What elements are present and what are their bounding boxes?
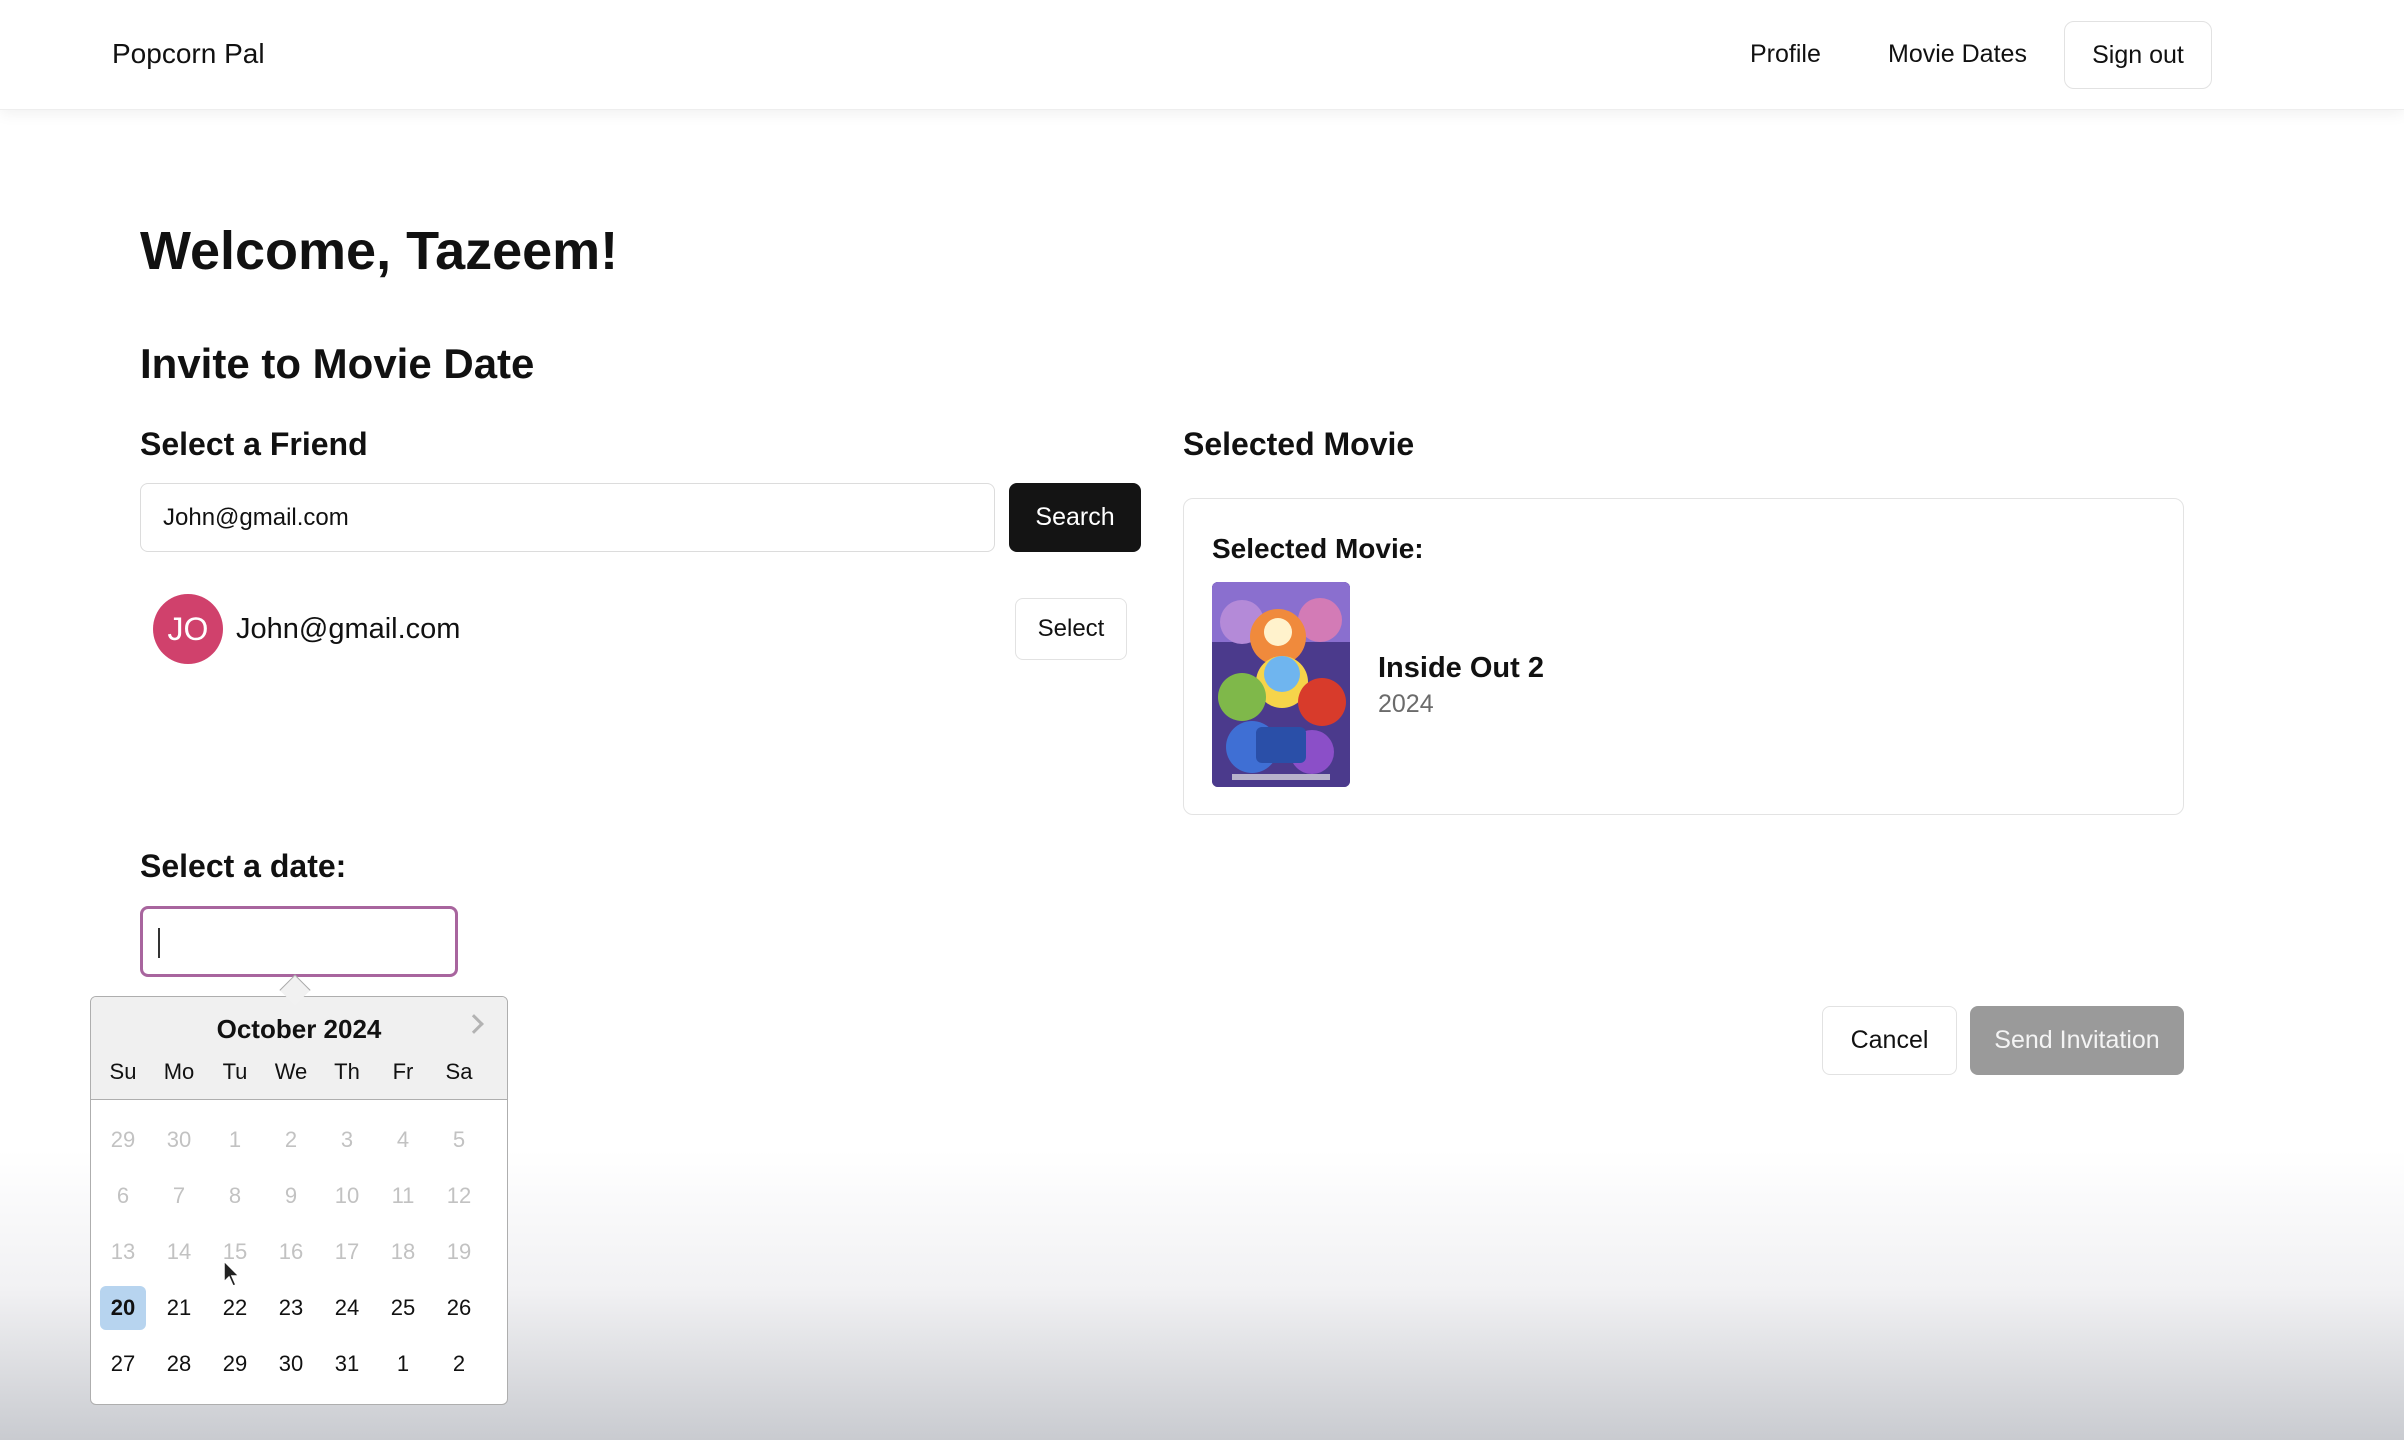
movie-year: 2024 <box>1378 690 1434 718</box>
calendar-day[interactable]: 31 <box>324 1342 370 1386</box>
calendar-day[interactable]: 1 <box>380 1342 426 1386</box>
calendar-weekday: Th <box>334 1059 360 1084</box>
calendar-day: 29 <box>110 1127 136 1152</box>
calendar-day-selected[interactable]: 20 <box>100 1286 146 1330</box>
calendar-day: 11 <box>391 1183 415 1208</box>
calendar-day[interactable]: 24 <box>324 1286 370 1330</box>
calendar-weekday: Fr <box>392 1059 414 1084</box>
calendar-day: 6 <box>116 1183 130 1208</box>
calendar-day: 3 <box>340 1127 354 1152</box>
calendar-day: 17 <box>334 1239 360 1264</box>
mouse-cursor-icon <box>223 1260 241 1287</box>
date-input[interactable] <box>140 906 458 977</box>
search-button[interactable]: Search <box>1009 483 1141 552</box>
calendar-day: 2 <box>284 1127 298 1152</box>
calendar-day: 19 <box>446 1239 472 1264</box>
calendar-day[interactable]: 27 <box>100 1342 146 1386</box>
datepicker-calendar: October 2024 Su Mo Tu We Th Fr Sa 29 30 1 2 3 4 5 6 7 8… <box>90 996 508 1405</box>
select-friend-button[interactable]: Select <box>1015 598 1127 660</box>
calendar-day[interactable]: 2 <box>436 1342 482 1386</box>
calendar-day: 8 <box>228 1183 242 1208</box>
calendar-weekday: Mo <box>163 1059 195 1084</box>
brand-logo[interactable]: Popcorn Pal <box>112 38 265 70</box>
send-invitation-button[interactable]: Send Invitation <box>1970 1006 2184 1075</box>
nav-link-movie-dates[interactable]: Movie Dates <box>1888 40 2027 69</box>
calendar-day: 9 <box>284 1183 298 1208</box>
calendar-day: 1 <box>228 1127 242 1152</box>
calendar-month-label: October 2024 <box>216 1014 382 1044</box>
calendar-day[interactable]: 21 <box>156 1286 202 1330</box>
calendar-weekday: Su <box>109 1059 137 1084</box>
invite-title: Invite to Movie Date <box>140 340 535 387</box>
calendar-day: 7 <box>172 1183 186 1208</box>
calendar-day: 12 <box>446 1183 472 1208</box>
cancel-button[interactable]: Cancel <box>1822 1006 1957 1075</box>
select-date-label: Select a date: <box>140 848 347 884</box>
calendar-weekday: Sa <box>445 1059 473 1084</box>
chevron-right-icon[interactable] <box>459 1007 493 1041</box>
calendar-header: October 2024 Su Mo Tu We Th Fr Sa <box>91 997 507 1100</box>
calendar-day[interactable]: 28 <box>156 1342 202 1386</box>
friend-search-input[interactable]: John@gmail.com <box>140 483 995 552</box>
calendar-day[interactable]: 22 <box>212 1286 258 1330</box>
calendar-day[interactable]: 23 <box>268 1286 314 1330</box>
movie-poster <box>1212 582 1350 787</box>
calendar-day: 14 <box>166 1239 192 1264</box>
calendar-day[interactable]: 25 <box>380 1286 426 1330</box>
movie-title: Inside Out 2 <box>1378 652 1544 684</box>
calendar-day: 4 <box>396 1127 410 1152</box>
calendar-weekday: Tu <box>222 1059 248 1084</box>
calendar-day: 10 <box>334 1183 360 1208</box>
calendar-day: 13 <box>110 1239 136 1264</box>
calendar-day[interactable]: 30 <box>268 1342 314 1386</box>
calendar-weekday: We <box>274 1059 308 1084</box>
selected-movie-label: Selected Movie <box>1183 426 1415 462</box>
calendar-day[interactable]: 26 <box>436 1286 482 1330</box>
sign-out-button[interactable]: Sign out <box>2064 21 2212 89</box>
text-caret <box>158 928 160 958</box>
calendar-day[interactable]: 29 <box>212 1342 258 1386</box>
select-friend-label: Select a Friend <box>140 426 368 462</box>
calendar-day: 18 <box>390 1239 416 1264</box>
calendar-day: 16 <box>278 1239 304 1264</box>
movie-card-title: Selected Movie: <box>1212 533 1424 564</box>
nav-link-profile[interactable]: Profile <box>1750 40 1821 69</box>
calendar-day: 30 <box>166 1127 192 1152</box>
friend-result-email: John@gmail.com <box>236 613 461 645</box>
navbar: Popcorn Pal Profile Movie Dates Sign out <box>0 0 2404 110</box>
avatar: JO <box>153 594 223 664</box>
calendar-day: 5 <box>452 1127 466 1152</box>
welcome-heading: Welcome, Tazeem! <box>140 221 619 281</box>
